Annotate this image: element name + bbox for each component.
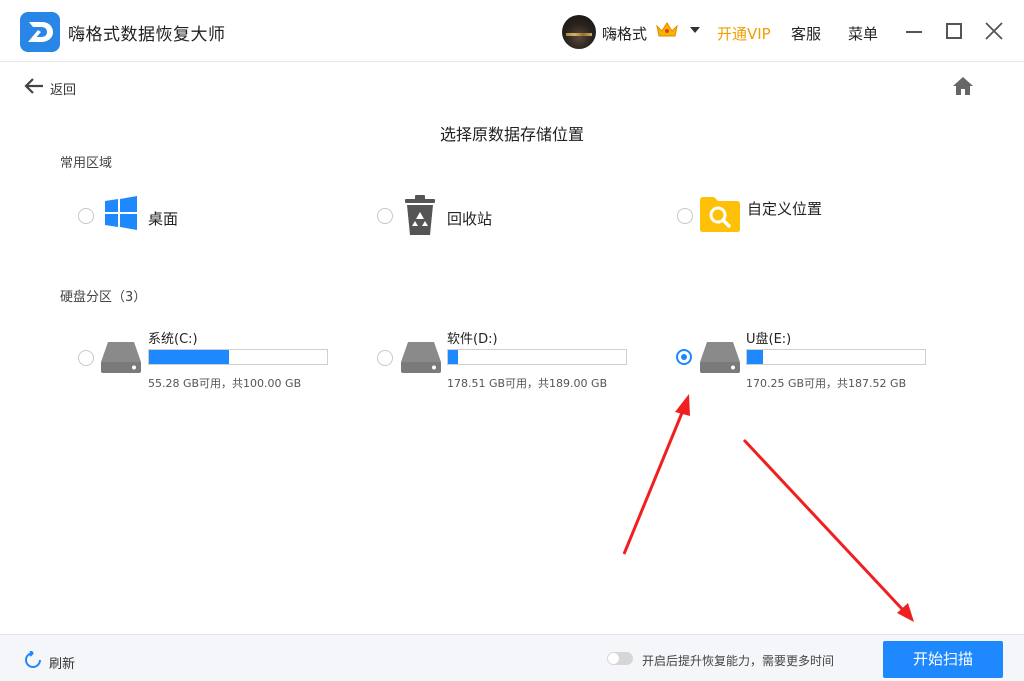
drive-e-name[interactable]: U盘(E:) bbox=[746, 328, 791, 347]
back-label: 返回 bbox=[50, 82, 77, 98]
drive-d-info: 178.51 GB可用，共189.00 GB bbox=[447, 377, 608, 390]
red-arrow-up bbox=[622, 394, 690, 555]
drive-d-usage-bar bbox=[447, 349, 627, 365]
red-arrow-down bbox=[742, 438, 914, 622]
menu-button[interactable]: 菜单 bbox=[848, 23, 878, 44]
drive-e-radio[interactable] bbox=[676, 349, 692, 365]
hard-drive-icon bbox=[699, 340, 741, 378]
hard-drive-icon bbox=[400, 340, 442, 378]
drive-e-usage-fill bbox=[747, 350, 764, 364]
app-logo-icon bbox=[20, 12, 60, 52]
drive-c-info: 55.28 GB可用，共100.00 GB bbox=[148, 377, 302, 390]
recycle-bin-radio[interactable] bbox=[377, 208, 393, 224]
username[interactable]: 嗨格式 bbox=[602, 23, 647, 44]
maximize-icon[interactable] bbox=[946, 23, 962, 39]
drive-c-usage-fill bbox=[149, 350, 229, 364]
desktop-label[interactable]: 桌面 bbox=[148, 208, 178, 229]
start-scan-button[interactable]: 开始扫描 bbox=[883, 641, 1003, 678]
title-bar: 嗨格式数据恢复大师 嗨格式 开通VIP 客服 菜单 bbox=[0, 0, 1024, 62]
desktop-radio[interactable] bbox=[78, 208, 94, 224]
windows-icon bbox=[104, 196, 138, 234]
minimize-icon[interactable] bbox=[906, 31, 922, 33]
drives-section-label: 硬盘分区（3） bbox=[60, 290, 147, 305]
bottom-bar: 刷新 开启后提升恢复能力，需要更多时间 开始扫描 bbox=[0, 634, 1024, 681]
back-button[interactable]: 返回 bbox=[24, 77, 76, 99]
drive-c-radio[interactable] bbox=[78, 350, 94, 366]
folder-search-icon bbox=[699, 195, 741, 237]
deep-scan-toggle[interactable] bbox=[607, 652, 633, 665]
refresh-label: 刷新 bbox=[49, 656, 76, 672]
page-title: 选择原数据存储位置 bbox=[439, 125, 584, 144]
drive-d-name[interactable]: 软件(D:) bbox=[447, 328, 498, 347]
custom-location-radio[interactable] bbox=[677, 208, 693, 224]
vip-button[interactable]: 开通VIP bbox=[717, 23, 771, 44]
recycle-bin-label[interactable]: 回收站 bbox=[447, 208, 492, 229]
app-title: 嗨格式数据恢复大师 bbox=[68, 25, 226, 45]
refresh-icon bbox=[24, 650, 42, 673]
drive-e-usage-bar bbox=[746, 349, 926, 365]
common-section-label: 常用区域 bbox=[60, 156, 113, 171]
chevron-down-icon[interactable] bbox=[690, 27, 700, 33]
arrow-left-icon bbox=[24, 77, 44, 99]
service-button[interactable]: 客服 bbox=[791, 23, 821, 44]
close-icon[interactable] bbox=[985, 22, 1003, 40]
deep-scan-label: 开启后提升恢复能力，需要更多时间 bbox=[642, 654, 835, 668]
drive-d-radio[interactable] bbox=[377, 350, 393, 366]
refresh-button[interactable]: 刷新 bbox=[24, 650, 76, 673]
crown-icon bbox=[655, 21, 679, 43]
hard-drive-icon bbox=[100, 340, 142, 378]
drive-d-usage-fill bbox=[448, 350, 458, 364]
home-icon[interactable] bbox=[952, 76, 974, 100]
custom-location-label[interactable]: 自定义位置 bbox=[747, 198, 822, 219]
recycle-bin-icon bbox=[403, 194, 437, 240]
avatar[interactable] bbox=[562, 15, 596, 49]
drive-c-usage-bar bbox=[148, 349, 328, 365]
drive-e-info: 170.25 GB可用，共187.52 GB bbox=[746, 377, 907, 390]
drive-c-name[interactable]: 系统(C:) bbox=[148, 328, 198, 347]
